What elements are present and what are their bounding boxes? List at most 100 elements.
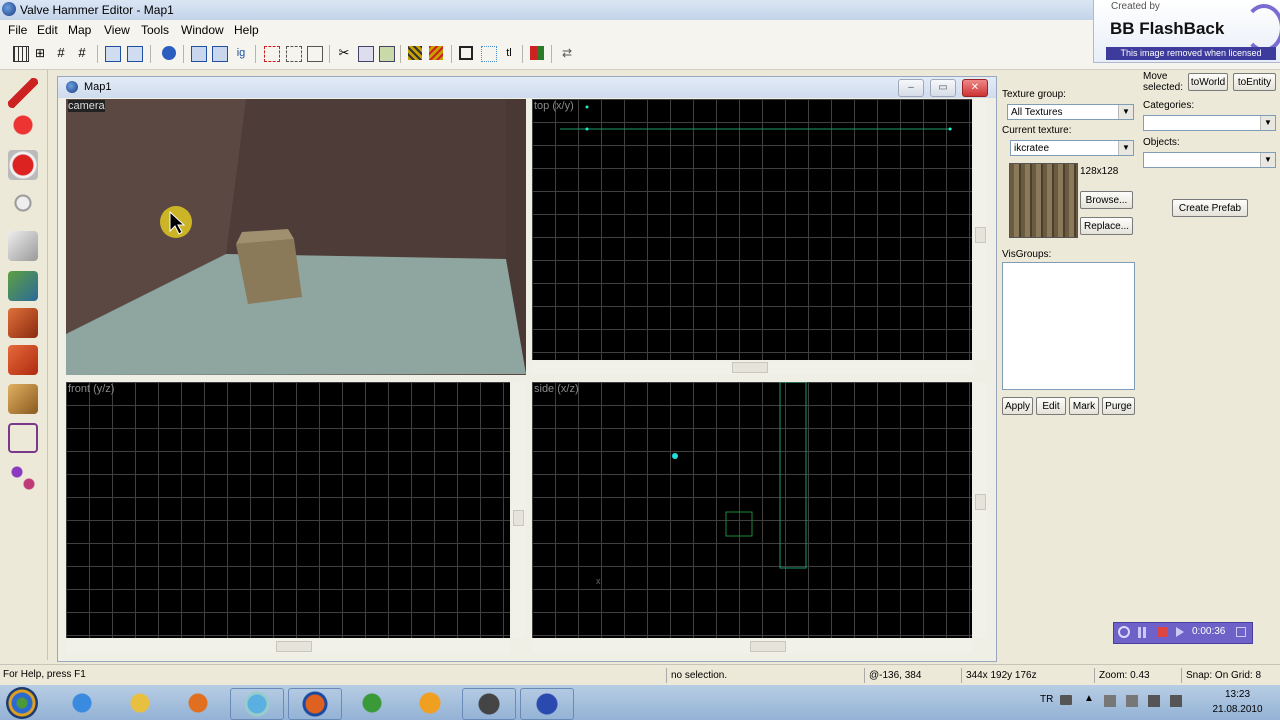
menu-file[interactable]: File: [8, 23, 27, 37]
camera-scene: [66, 99, 526, 375]
texture-application-icon[interactable]: [8, 271, 38, 301]
menu-map[interactable]: Map: [68, 23, 91, 37]
top-vscroll[interactable]: [974, 99, 987, 360]
to-entity-button[interactable]: toEntity: [1233, 73, 1276, 91]
menu-view[interactable]: View: [104, 23, 130, 37]
side-viewport[interactable]: x side (x/z): [532, 382, 972, 638]
clock-time: 13:23: [1224, 689, 1251, 700]
menu-window[interactable]: Window: [181, 23, 224, 37]
tray-icon[interactable]: [1126, 695, 1138, 707]
texture-scale-lock-icon[interactable]: [286, 46, 302, 62]
select-box-icon[interactable]: [459, 46, 473, 60]
run-map-icon[interactable]: [530, 46, 544, 60]
hollow-icon[interactable]: [212, 46, 228, 62]
steam-icon[interactable]: [462, 688, 516, 720]
media-player-icon[interactable]: [172, 688, 224, 718]
paste-icon[interactable]: [379, 46, 395, 62]
edit-button[interactable]: Edit: [1036, 397, 1066, 415]
grid-3d-icon[interactable]: #: [75, 46, 89, 60]
stop-icon[interactable]: [1158, 627, 1168, 637]
objects-select[interactable]: ▼: [1143, 152, 1276, 168]
maximize-button[interactable]: ▭: [930, 79, 956, 97]
status-zoom: Zoom: 0.43: [1094, 668, 1181, 683]
cut-icon[interactable]: ✂: [337, 46, 351, 60]
menu-help[interactable]: Help: [234, 23, 259, 37]
hide-items-icon[interactable]: [162, 46, 176, 60]
texture-group-select[interactable]: All Textures ▼: [1007, 104, 1134, 120]
language-indicator[interactable]: TR: [1040, 694, 1053, 705]
copy-icon[interactable]: [358, 46, 374, 62]
recorder-logo-icon: [1118, 626, 1130, 638]
side-vscroll[interactable]: [974, 382, 987, 638]
apply-button[interactable]: Apply: [1002, 397, 1033, 415]
entity-report-icon[interactable]: ⇄: [560, 46, 574, 60]
visgroups-list[interactable]: [1002, 262, 1135, 390]
entity-tool-icon[interactable]: [8, 191, 38, 221]
top-geometry: [560, 105, 952, 131]
close-button[interactable]: ✕: [962, 79, 988, 97]
camera-tool-icon[interactable]: [8, 150, 38, 180]
grid-toggle-icon[interactable]: [13, 46, 29, 62]
grid-larger-icon[interactable]: #: [54, 46, 68, 60]
current-texture-select[interactable]: ikcratee ▼: [1010, 140, 1134, 156]
ie-icon[interactable]: [56, 688, 108, 718]
texture-lock-icon[interactable]: [264, 46, 280, 62]
categories-select[interactable]: ▼: [1143, 115, 1276, 131]
front-viewport-label: front (y/z): [68, 383, 115, 395]
toggle-textures-icon[interactable]: [408, 46, 422, 60]
browse-button[interactable]: Browse...: [1080, 191, 1133, 209]
badge-logo-icon: [1244, 4, 1280, 52]
front-hscroll[interactable]: [66, 640, 510, 653]
volume-icon[interactable]: [1170, 695, 1182, 707]
fit-texture-icon[interactable]: [307, 46, 323, 62]
recorder-menu-icon[interactable]: [1236, 627, 1246, 637]
ungroup-icon[interactable]: [127, 46, 143, 62]
start-button[interactable]: [6, 687, 38, 719]
clock[interactable]: 13:23 21.08.2010: [1200, 687, 1275, 717]
side-hscroll[interactable]: [532, 640, 972, 653]
carve-icon[interactable]: [191, 46, 207, 62]
chat-app-icon[interactable]: [346, 688, 398, 718]
front-viewport[interactable]: front (y/z): [66, 382, 510, 638]
chevron-down-icon: ▼: [1260, 116, 1275, 130]
map-window-title: Map1: [84, 81, 112, 93]
magnify-tool-icon[interactable]: [8, 113, 38, 143]
toggle-decals-icon[interactable]: [429, 46, 443, 60]
ignore-groups-icon[interactable]: ig: [234, 46, 248, 60]
path-tool-icon[interactable]: [8, 463, 38, 493]
selection-tool-icon[interactable]: [8, 78, 38, 108]
top-hscroll[interactable]: [532, 361, 972, 374]
messenger-icon[interactable]: [404, 688, 456, 718]
hammer-task-icon[interactable]: [520, 688, 574, 720]
create-prefab-button[interactable]: Create Prefab: [1172, 199, 1248, 217]
menu-tools[interactable]: Tools: [141, 23, 169, 37]
block-tool-icon[interactable]: [8, 231, 38, 261]
apply-texture-icon[interactable]: [8, 308, 38, 338]
side-crate-outline: [725, 511, 753, 537]
select-area-icon[interactable]: [481, 46, 497, 62]
mark-button[interactable]: Mark: [1069, 397, 1099, 415]
show-hidden-icons-icon[interactable]: ▲: [1084, 693, 1094, 704]
grid-smaller-icon[interactable]: ⊞: [33, 46, 47, 60]
menu-edit[interactable]: Edit: [37, 23, 58, 37]
network-icon[interactable]: [1148, 695, 1160, 707]
decal-tool-icon[interactable]: [8, 345, 38, 375]
explorer-icon[interactable]: [114, 688, 166, 718]
camera-viewport[interactable]: camera: [66, 99, 526, 375]
front-vscroll[interactable]: [512, 382, 525, 638]
group-icon[interactable]: [105, 46, 121, 62]
pause-icon[interactable]: [1138, 627, 1146, 638]
purge-button[interactable]: Purge: [1102, 397, 1135, 415]
to-world-button[interactable]: toWorld: [1188, 73, 1228, 91]
network-app-icon[interactable]: [230, 688, 284, 720]
keyboard-icon[interactable]: [1060, 695, 1072, 705]
clip-tool-icon[interactable]: [8, 384, 38, 414]
top-viewport[interactable]: top (x/y): [532, 99, 972, 360]
tray-icon[interactable]: [1104, 695, 1116, 707]
replace-button[interactable]: Replace...: [1080, 217, 1133, 235]
play-icon[interactable]: [1176, 627, 1184, 637]
texture-tool-icon[interactable]: tl: [502, 46, 516, 60]
vertex-tool-icon[interactable]: [8, 423, 38, 453]
minimize-button[interactable]: –: [898, 79, 924, 97]
firefox-icon[interactable]: [288, 688, 342, 720]
